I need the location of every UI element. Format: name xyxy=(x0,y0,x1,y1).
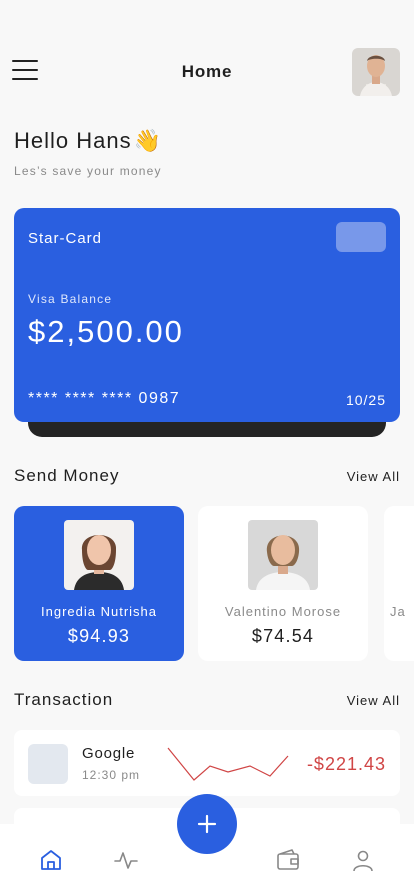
wallet-icon[interactable] xyxy=(276,848,300,872)
card-number: **** **** **** 0987 xyxy=(28,390,181,407)
contact-name: Ingredia Nutrisha xyxy=(41,604,157,619)
transaction-view-all[interactable]: View All xyxy=(347,693,400,708)
contact-name: Ja xyxy=(390,604,406,619)
plus-icon xyxy=(197,814,217,834)
contact-name: Valentino Morose xyxy=(224,604,342,619)
contact-card[interactable]: Valentino Morose $74.54 xyxy=(198,506,368,661)
credit-card[interactable]: Star-Card Visa Balance $2,500.00 **** **… xyxy=(14,208,400,422)
contact-card[interactable]: Ja xyxy=(384,506,414,661)
transaction-row[interactable]: Google 12:30 pm -$221.43 xyxy=(14,730,400,796)
home-icon[interactable] xyxy=(39,848,63,872)
home-screen: Home Hello Hans 👋 Les’s save your money … xyxy=(0,0,414,896)
card-brand: Star-Card xyxy=(28,230,103,247)
profile-icon[interactable] xyxy=(351,848,375,872)
contact-photo xyxy=(248,520,318,590)
greeting-text: Hello Hans xyxy=(14,128,132,153)
send-money-title: Send Money xyxy=(14,466,120,485)
contact-photo xyxy=(64,520,134,590)
avatar[interactable] xyxy=(352,48,400,96)
transaction-amount: -$221.43 xyxy=(306,754,386,774)
contact-amount: $74.54 xyxy=(251,626,315,646)
transaction-sparkline xyxy=(167,747,289,781)
activity-icon[interactable] xyxy=(114,848,138,872)
greeting: Hello Hans 👋 xyxy=(14,128,162,154)
card-chip-icon xyxy=(336,222,386,252)
transaction-time: 12:30 pm xyxy=(82,768,141,782)
contact-card[interactable]: Ingredia Nutrisha $94.93 xyxy=(14,506,184,661)
send-money-view-all[interactable]: View All xyxy=(347,469,400,484)
add-button[interactable] xyxy=(177,794,237,854)
balance-label: Visa Balance xyxy=(28,292,113,306)
transaction-name: Google xyxy=(82,745,136,762)
transaction-title: Transaction xyxy=(14,690,114,709)
greeting-subtitle: Les’s save your money xyxy=(14,164,162,178)
card-expiry: 10/25 xyxy=(345,392,386,408)
contact-list: Ingredia Nutrisha $94.93 Valentino Moros… xyxy=(14,506,414,662)
contact-amount: $94.93 xyxy=(67,626,131,646)
balance-value: $2,500.00 xyxy=(28,314,184,349)
waving-hand-icon: 👋 xyxy=(133,128,163,153)
google-logo-icon xyxy=(28,744,68,784)
